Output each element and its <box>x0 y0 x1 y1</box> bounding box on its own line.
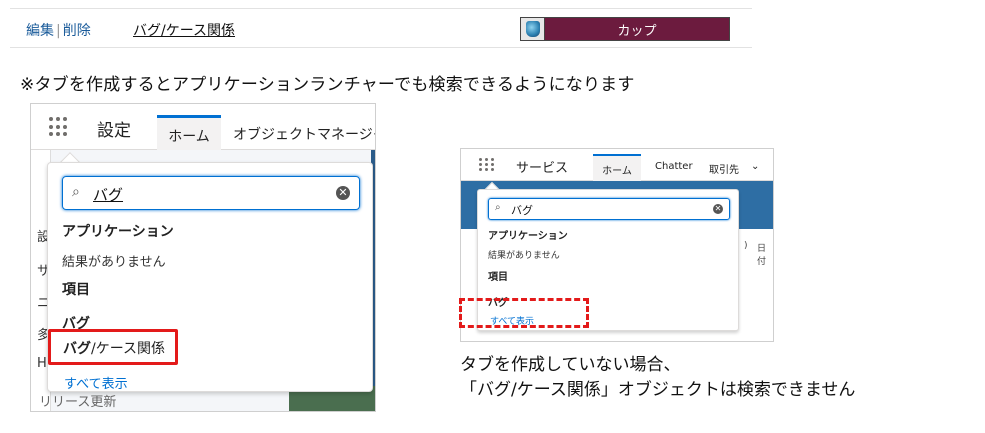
object-list-row: 編集 | 削除 バグ/ケース関係 カップ <box>10 8 752 48</box>
no-results-text: 結果がありません <box>488 251 560 261</box>
no-results-text: 結果がありません <box>62 255 166 270</box>
tab-object-manager[interactable]: オブジェクトマネージャ <box>233 124 375 144</box>
action-separator: | <box>56 23 61 39</box>
global-header: 設定 ホーム オブジェクトマネージャ <box>31 104 375 150</box>
search-icon: ⌕ <box>72 184 80 200</box>
section-heading-apps: アプリケーション <box>62 224 174 240</box>
launcher-search-input[interactable]: ⌕ バグ ✕ <box>62 176 360 210</box>
dashed-highlight-box <box>459 298 589 328</box>
search-value: バグ <box>93 186 124 204</box>
background-text: ) <box>744 241 748 251</box>
row-actions: 編集 | 削除 <box>26 20 91 40</box>
sidebar-item-release-updates: リリース更新 <box>39 395 117 410</box>
result-match-text: バグ <box>63 341 91 357</box>
section-heading-items: 項目 <box>62 282 90 298</box>
app-launcher-icon[interactable] <box>479 158 495 171</box>
app-name: 設定 <box>97 121 131 141</box>
tab-home[interactable]: ホーム <box>593 154 641 181</box>
tab-label-link[interactable]: バグ/ケース関係 <box>133 20 235 40</box>
section-heading-items: 項目 <box>488 272 508 283</box>
delete-link[interactable]: 削除 <box>63 23 91 39</box>
result-rest-text: /ケース関係 <box>91 341 166 357</box>
note-text: ※タブを作成するとアプリケーションランチャーでも検索できるようになります <box>20 75 635 95</box>
app-launcher-icon[interactable] <box>49 117 69 137</box>
highlight-box: バグ/ケース関係 <box>48 329 178 365</box>
caption-line-2: 「バグ/ケース関係」オブジェクトは検索できません <box>460 380 856 400</box>
background-text: 日付 <box>757 244 767 267</box>
search-value: バグ <box>511 204 533 217</box>
tab-style-label: カップ <box>617 24 657 39</box>
show-all-link[interactable]: すべて表示 <box>64 373 128 392</box>
app-launcher-panel: ⌕ バグ ✕ アプリケーション 結果がありません 項目 バグ バグ/ケース関係 … <box>47 162 373 392</box>
tab-home[interactable]: ホーム <box>157 115 221 150</box>
sidebar-item: H <box>37 356 47 371</box>
tab-chatter[interactable]: Chatter <box>655 161 693 172</box>
section-heading-apps: アプリケーション <box>488 231 568 242</box>
clear-icon[interactable]: ✕ <box>336 186 350 200</box>
search-icon: ⌕ <box>495 202 501 213</box>
edit-link[interactable]: 編集 <box>26 23 54 39</box>
tab-style-swatch: カップ <box>520 17 730 41</box>
cup-icon <box>521 18 545 40</box>
app-name: サービス <box>516 161 569 176</box>
tab-accounts[interactable]: 取引先 <box>709 161 739 176</box>
setup-launcher-screenshot: 設定 ホーム オブジェクトマネージャ 設 サ ニ 多 H リリース更新 ⌕ バグ… <box>30 103 376 412</box>
caption-line-1: タブを作成していない場合、 <box>460 355 681 375</box>
chevron-down-icon[interactable]: ⌄ <box>751 161 759 172</box>
result-bug-case-relation[interactable]: バグ/ケース関係 <box>63 338 165 358</box>
global-header: サービス ホーム Chatter 取引先 ⌄ <box>461 149 773 181</box>
clear-icon[interactable]: ✕ <box>713 204 723 214</box>
launcher-search-input[interactable]: ⌕ バグ ✕ <box>488 198 730 220</box>
